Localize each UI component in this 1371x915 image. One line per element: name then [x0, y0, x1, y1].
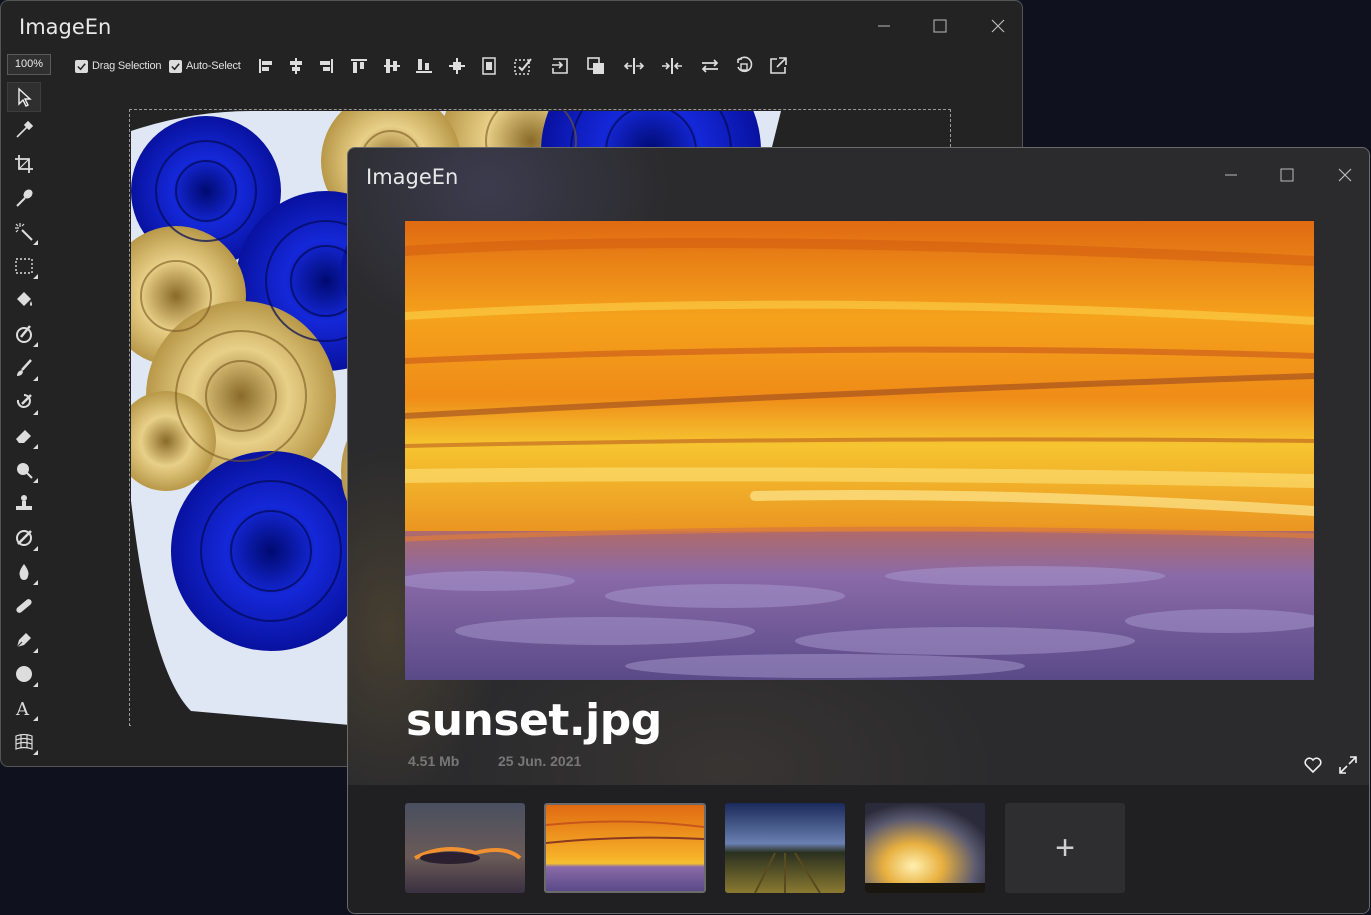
clone-brush-icon[interactable] — [7, 319, 41, 349]
thumbnail-strip: + — [348, 785, 1369, 913]
minimize-icon[interactable] — [1216, 160, 1246, 190]
bandage-icon[interactable] — [7, 591, 41, 621]
paint-bucket-icon[interactable] — [7, 285, 41, 315]
auto-select-label: Auto-Select — [186, 60, 241, 72]
expand-icon[interactable] — [1337, 754, 1359, 776]
fit-icon[interactable] — [478, 55, 500, 77]
editor-titlebar[interactable]: ImageEn — [1, 1, 1022, 47]
export-icon[interactable] — [767, 55, 789, 77]
grid-warp-icon[interactable] — [7, 727, 41, 757]
main-photo-sunset[interactable] — [405, 221, 1314, 680]
align-bottom-icon[interactable] — [413, 55, 435, 77]
thumb-sunset-selected[interactable] — [544, 803, 706, 893]
drag-selection-checkbox[interactable]: Drag Selection — [75, 59, 162, 73]
thumb-golden-sky[interactable] — [865, 803, 985, 893]
thumb-vineyard[interactable] — [725, 803, 845, 893]
center-icon[interactable] — [446, 55, 468, 77]
thumb-dusk-clouds[interactable] — [405, 803, 525, 893]
drop-icon[interactable] — [7, 557, 41, 587]
checkmark-icon — [75, 59, 88, 73]
blur-icon[interactable] — [7, 455, 41, 485]
close-icon[interactable] — [983, 11, 1013, 41]
align-middle-icon[interactable] — [381, 55, 403, 77]
bring-forward-icon[interactable] — [585, 55, 607, 77]
align-center-icon[interactable] — [285, 55, 307, 77]
maximize-icon[interactable] — [925, 11, 955, 41]
viewer-title: ImageEn — [366, 165, 459, 189]
align-top-icon[interactable] — [348, 55, 370, 77]
text-icon[interactable]: A — [7, 693, 41, 723]
align-left-icon[interactable] — [255, 55, 277, 77]
select-all-icon[interactable] — [512, 55, 534, 77]
healing-brush-icon[interactable] — [7, 387, 41, 417]
tools-sidebar: A — [7, 81, 43, 761]
zoom-level-field[interactable]: 100% — [7, 54, 51, 75]
send-front-icon[interactable] — [549, 55, 571, 77]
stamp-icon[interactable] — [7, 489, 41, 519]
eyedropper-icon[interactable] — [7, 115, 41, 145]
shrink-horizontal-icon[interactable] — [661, 55, 683, 77]
viewer-window: ImageEn sunset.jpg 4.51 Mb 25 Jun. 2021 … — [347, 147, 1370, 914]
add-image-button[interactable]: + — [1005, 803, 1125, 893]
align-right-icon[interactable] — [315, 55, 337, 77]
editor-title: ImageEn — [19, 15, 112, 39]
file-date: 25 Jun. 2021 — [498, 753, 582, 769]
eraser-icon[interactable] — [7, 421, 41, 451]
minimize-icon[interactable] — [869, 11, 899, 41]
svg-text:A: A — [15, 699, 30, 719]
checkmark-icon — [169, 59, 182, 73]
ellipse-icon[interactable] — [7, 659, 41, 689]
dodge-icon[interactable] — [7, 523, 41, 553]
pen-icon[interactable] — [7, 625, 41, 655]
swap-icon[interactable] — [699, 55, 721, 77]
flip-horizontal-icon[interactable] — [623, 55, 645, 77]
auto-select-checkbox[interactable]: Auto-Select — [169, 59, 241, 73]
heart-icon[interactable] — [1302, 754, 1324, 776]
editor-toolbar: 100% Drag Selection Auto-Select — [1, 51, 1022, 81]
pipette-icon[interactable] — [7, 183, 41, 213]
drag-selection-label: Drag Selection — [92, 60, 162, 72]
crop-icon[interactable] — [7, 149, 41, 179]
maximize-icon[interactable] — [1272, 160, 1302, 190]
brush-icon[interactable] — [7, 353, 41, 383]
marquee-selection-icon[interactable] — [7, 251, 41, 281]
file-size: 4.51 Mb — [408, 753, 460, 769]
magic-wand-icon[interactable] — [7, 217, 41, 247]
select-arrow-icon[interactable] — [7, 82, 41, 112]
file-name: sunset.jpg — [406, 695, 662, 746]
close-icon[interactable] — [1330, 160, 1360, 190]
rotate-icon[interactable] — [733, 55, 755, 77]
